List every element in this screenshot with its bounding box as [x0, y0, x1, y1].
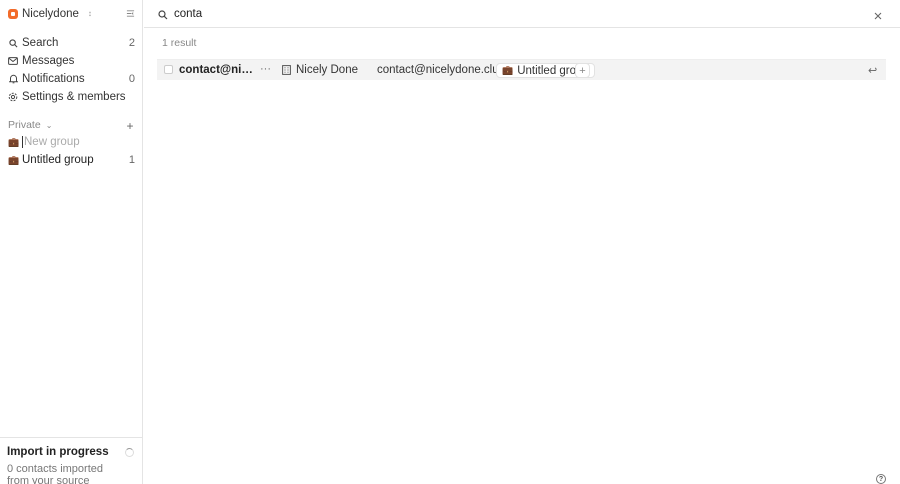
import-description: 0 contacts imported from your source [7, 463, 103, 484]
collapse-icon [126, 10, 135, 17]
company-name: Nicely Done [296, 64, 358, 76]
workspace-logo-icon [8, 9, 18, 19]
plus-icon: + [126, 119, 134, 133]
chevron-up-down-icon: ↕ [87, 9, 92, 18]
result-count: 1 result [162, 37, 197, 49]
spinner-icon [125, 448, 134, 457]
add-to-group-button[interactable]: + [575, 63, 590, 78]
person-email[interactable]: contact@nicelydone.club [179, 64, 253, 76]
plus-icon: + [579, 64, 586, 77]
help-icon: ? [878, 475, 884, 483]
bell-icon [8, 74, 18, 84]
briefcase-icon: 💼 [8, 136, 20, 147]
nav-item-label: Notifications [22, 73, 85, 85]
chevron-down-icon: ⌄ [45, 120, 53, 130]
workspace-switcher[interactable]: Nicelydone ↕ [8, 7, 92, 21]
nav-item-search[interactable]: Search 2 [8, 35, 135, 51]
row-checkbox[interactable] [164, 65, 173, 74]
import-status-panel: Import in progress 0 contacts imported f… [0, 437, 143, 484]
section-label: Private [8, 119, 41, 131]
nav-item-label: Search [22, 37, 59, 49]
group-count-badge: 1 [128, 154, 135, 166]
group-label: Untitled group [22, 154, 94, 166]
close-search-button[interactable] [874, 9, 884, 20]
more-options-icon[interactable]: ··· [260, 63, 271, 75]
table-row[interactable]: contact@nicelydone.club ··· Nicely Done … [157, 59, 886, 80]
search-icon [158, 9, 168, 20]
import-title: Import in progress [7, 446, 109, 458]
search-panel: 1 result contact@nicelydone.club ··· Nic… [144, 0, 900, 484]
nav-item-messages[interactable]: Messages [8, 53, 135, 69]
briefcase-icon: 💼 [8, 154, 20, 165]
nav-count-badge: 2 [128, 37, 135, 49]
gear-icon [8, 92, 18, 102]
section-private-toggle[interactable]: Private ⌄ [8, 119, 52, 131]
building-icon [282, 65, 291, 75]
return-icon[interactable]: ↩ [868, 64, 877, 77]
company-email: contact@nicelydone.club [377, 64, 506, 76]
new-group-input[interactable]: 💼 New group [8, 134, 135, 150]
collapse-sidebar-button[interactable] [125, 8, 136, 19]
mail-icon [8, 56, 18, 66]
nav-item-settings[interactable]: Settings & members [8, 89, 135, 105]
sidebar-item-untitled-group[interactable]: 💼 Untitled group 1 [8, 152, 135, 168]
search-input[interactable] [174, 7, 854, 21]
close-icon [874, 12, 882, 20]
search-bar [144, 0, 900, 28]
sidebar: Nicelydone ↕ Search 2 Messages Notificat… [0, 0, 143, 484]
nav-count-badge: 0 [128, 73, 135, 85]
add-group-button[interactable]: + [123, 119, 137, 133]
company-cell[interactable]: Nicely Done [282, 64, 358, 76]
search-icon [8, 38, 18, 48]
nav-item-label: Settings & members [22, 91, 126, 103]
nav-item-notifications[interactable]: Notifications 0 [8, 71, 135, 87]
new-group-placeholder: New group [22, 136, 80, 148]
briefcase-icon: 💼 [502, 65, 514, 75]
workspace-name: Nicelydone [22, 8, 79, 20]
help-button[interactable]: ? [876, 474, 886, 484]
nav-item-label: Messages [22, 55, 75, 67]
